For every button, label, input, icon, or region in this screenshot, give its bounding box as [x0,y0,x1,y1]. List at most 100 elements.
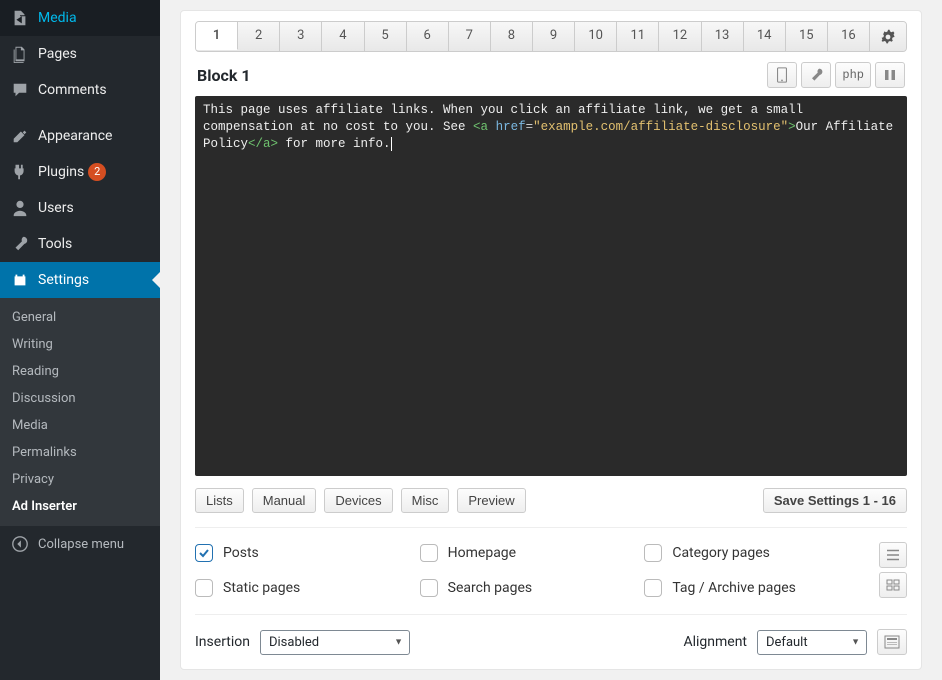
submenu-permalinks[interactable]: Permalinks [0,439,160,466]
sidebar-item-pages[interactable]: Pages [0,36,160,72]
sidebar-item-appearance[interactable]: Appearance [0,118,160,154]
alignment-label: Alignment [683,634,747,650]
tab-16[interactable]: 16 [828,22,870,51]
grid-view-button[interactable] [879,572,907,598]
block-header: Block 1 php [197,62,905,88]
submenu-ad-inserter[interactable]: Ad Inserter [0,493,160,520]
tab-15[interactable]: 15 [786,22,828,51]
checkbox-label: Search pages [448,580,532,596]
collapse-menu[interactable]: Collapse menu [0,526,160,562]
checkbox-icon [644,579,662,597]
sidebar-item-label: Tools [38,236,72,252]
tab-11[interactable]: 11 [617,22,659,51]
layout-icon [884,635,900,649]
pages-icon [10,44,30,64]
submenu-general[interactable]: General [0,304,160,331]
insertion-label: Insertion [195,634,250,650]
settings-submenu: General Writing Reading Discussion Media… [0,298,160,526]
checkbox-label: Posts [223,545,259,561]
insertion-select[interactable]: Disabled [260,630,410,655]
save-settings-button[interactable]: Save Settings 1 - 16 [763,488,907,513]
checkbox-icon [644,544,662,562]
checkbox-icon [195,579,213,597]
code-text-after: for more info. [278,137,391,151]
checkbox-label: Tag / Archive pages [672,580,796,596]
code-editor[interactable]: This page uses affiliate links. When you… [195,96,907,476]
list-icon [886,549,900,561]
category-pages-checkbox[interactable]: Category pages [644,542,869,563]
tab-7[interactable]: 7 [449,22,491,51]
collapse-icon [10,534,30,554]
alignment-preview-button[interactable] [877,629,907,655]
mobile-button[interactable] [767,62,797,88]
php-button[interactable]: php [835,62,871,88]
block-tabs: 1 2 3 4 5 6 7 8 9 10 11 12 13 14 15 16 [195,21,907,52]
sidebar-item-label: Media [38,10,77,26]
submenu-writing[interactable]: Writing [0,331,160,358]
tools-button[interactable] [801,62,831,88]
sidebar-item-label: Plugins [38,164,84,180]
tab-13[interactable]: 13 [702,22,744,51]
search-pages-checkbox[interactable]: Search pages [420,577,645,598]
submenu-reading[interactable]: Reading [0,358,160,385]
manual-button[interactable]: Manual [252,488,317,513]
pause-button[interactable] [875,62,905,88]
sidebar-item-settings[interactable]: Settings [0,262,160,298]
submenu-media[interactable]: Media [0,412,160,439]
list-view-button[interactable] [879,542,907,568]
admin-sidebar: Media Pages Comments Appearance Plugins … [0,0,160,680]
sidebar-item-tools[interactable]: Tools [0,226,160,262]
misc-button[interactable]: Misc [401,488,450,513]
tab-5[interactable]: 5 [365,22,407,51]
collapse-label: Collapse menu [38,537,124,552]
submenu-discussion[interactable]: Discussion [0,385,160,412]
homepage-checkbox[interactable]: Homepage [420,542,645,563]
checkbox-icon [420,579,438,597]
tools-icon [10,234,30,254]
tab-settings-gear[interactable] [870,22,906,51]
code-eq: = [526,120,534,134]
tab-14[interactable]: 14 [744,22,786,51]
code-tag-close: </a> [248,137,278,151]
checkbox-icon [420,544,438,562]
main-content: 1 2 3 4 5 6 7 8 9 10 11 12 13 14 15 16 B… [160,0,942,680]
wrench-icon [808,67,824,83]
plugins-icon [10,162,30,182]
gear-icon [880,29,896,45]
sidebar-item-media[interactable]: Media [0,0,160,36]
sidebar-item-comments[interactable]: Comments [0,72,160,108]
tag-archive-pages-checkbox[interactable]: Tag / Archive pages [644,577,869,598]
tab-3[interactable]: 3 [280,22,322,51]
sidebar-item-users[interactable]: Users [0,190,160,226]
submenu-privacy[interactable]: Privacy [0,466,160,493]
checkbox-icon [195,544,213,562]
tab-8[interactable]: 8 [491,22,533,51]
alignment-select[interactable]: Default [757,630,867,655]
pause-icon [884,69,896,81]
tab-6[interactable]: 6 [407,22,449,51]
page-type-section: Posts Homepage Category pages Static pag… [195,527,907,598]
checkbox-label: Homepage [448,545,516,561]
checkbox-label: Category pages [672,545,770,561]
checkbox-label: Static pages [223,580,300,596]
users-icon [10,198,30,218]
code-attr-value: "example.com/affiliate-disclosure" [533,120,788,134]
mobile-icon [776,67,788,83]
tab-10[interactable]: 10 [575,22,617,51]
comments-icon [10,80,30,100]
tab-1[interactable]: 1 [196,21,238,50]
code-tag-open: <a [473,120,488,134]
tab-4[interactable]: 4 [322,22,364,51]
lists-button[interactable]: Lists [195,488,244,513]
insertion-row: Insertion Disabled Alignment Default [195,614,907,655]
sidebar-item-plugins[interactable]: Plugins 2 [0,154,160,190]
tab-9[interactable]: 9 [533,22,575,51]
devices-button[interactable]: Devices [324,488,392,513]
tab-12[interactable]: 12 [659,22,701,51]
tab-2[interactable]: 2 [238,22,280,51]
static-pages-checkbox[interactable]: Static pages [195,577,420,598]
select-value: Default [766,635,808,650]
posts-checkbox[interactable]: Posts [195,542,420,563]
preview-button[interactable]: Preview [457,488,525,513]
sidebar-item-label: Appearance [38,128,112,144]
